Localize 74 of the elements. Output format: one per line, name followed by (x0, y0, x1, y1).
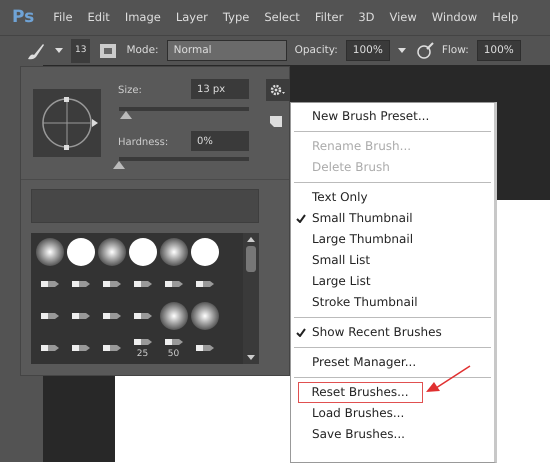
menu-item[interactable]: Load Brushes... (291, 403, 494, 424)
brush-preset-picker[interactable]: 13 (71, 38, 90, 62)
hard-brush-icon[interactable] (66, 238, 94, 266)
soft-brush-icon[interactable] (190, 302, 218, 330)
soft-brush-icon[interactable] (36, 238, 64, 266)
menu-item[interactable]: Image (124, 8, 161, 26)
soft-brush-icon[interactable] (98, 238, 126, 266)
brush-tip-icon[interactable] (132, 279, 152, 289)
flow-field[interactable]: 100% (476, 40, 521, 62)
caret-icon[interactable] (398, 48, 408, 54)
brush-angle-preview (33, 89, 101, 157)
brush-tip-icon[interactable] (132, 311, 152, 321)
brush-tip-icon[interactable] (40, 279, 60, 289)
menu-item[interactable]: Text Only (291, 187, 494, 208)
mode-label: Mode: (126, 42, 159, 58)
caret-icon (55, 48, 63, 54)
menu-item[interactable]: Small List (291, 250, 494, 271)
menu-item[interactable]: New Brush Preset... (291, 106, 494, 127)
menu-item[interactable]: 3D (358, 8, 374, 26)
settings-button[interactable] (266, 79, 290, 101)
brush-tip-icon[interactable] (194, 343, 214, 353)
menu-item[interactable]: Preset Manager... (291, 352, 494, 373)
soft-brush-icon[interactable] (160, 238, 188, 266)
brush-tip-icon[interactable] (132, 337, 152, 347)
scroll-up-icon[interactable] (247, 237, 255, 242)
menu-item[interactable]: Reset Brushes... (298, 382, 423, 403)
menu-item[interactable]: Small Thumbnail (291, 208, 494, 229)
brush-tip-icon[interactable] (164, 337, 184, 347)
size-label: Size: (118, 84, 142, 98)
opacity-field[interactable]: 100% (346, 40, 390, 62)
menu-item[interactable]: Save Brushes... (291, 424, 494, 445)
scrollbar[interactable] (243, 233, 259, 364)
annotation-arrow (424, 364, 472, 394)
scrollbar-thumb[interactable] (246, 246, 256, 272)
menu-item[interactable]: Large Thumbnail (291, 229, 494, 250)
menu-item[interactable]: Layer (176, 8, 208, 26)
menu-item[interactable]: Select (264, 8, 300, 26)
hardness-field[interactable]: 0% (191, 131, 249, 151)
menu-item[interactable]: Show Recent Brushes (291, 322, 494, 343)
menu-item[interactable]: File (53, 8, 73, 26)
brush-tip-icon[interactable] (40, 343, 60, 353)
brush-size-label: 50 (168, 350, 180, 359)
menu-item[interactable]: Window (432, 8, 478, 26)
brush-tip-icon[interactable] (102, 343, 122, 353)
mode-dropdown[interactable]: Normal (166, 40, 287, 62)
brush-tip-icon[interactable] (102, 311, 122, 321)
menu-item[interactable]: View (389, 8, 417, 26)
menu-item[interactable]: Filter (314, 8, 344, 26)
menu-item[interactable]: Stroke Thumbnail (291, 292, 494, 313)
menu-item[interactable]: Type (222, 8, 250, 26)
brush-tip-icon[interactable] (70, 279, 90, 289)
airbrush-icon[interactable] (416, 42, 434, 60)
soft-brush-icon[interactable] (160, 302, 188, 330)
hard-brush-icon[interactable] (190, 238, 218, 266)
hardness-label: Hardness: (118, 136, 168, 150)
brush-size-label: 25 (136, 350, 148, 359)
menu-item[interactable]: Help (492, 8, 518, 26)
menu-item[interactable]: Large List (291, 271, 494, 292)
app-logo: Ps (12, 6, 34, 29)
hard-brush-icon[interactable] (128, 238, 156, 266)
brush-tip-icon[interactable] (164, 279, 184, 289)
brush-tip-icon[interactable] (70, 343, 90, 353)
brush-panel-toggle-icon[interactable] (98, 42, 118, 60)
scroll-down-icon[interactable] (247, 355, 255, 360)
brush-tip-icon[interactable] (40, 311, 60, 321)
gear-icon[interactable] (270, 83, 286, 97)
brush-tip-icon[interactable] (70, 311, 90, 321)
menu-item[interactable]: Edit (88, 8, 110, 26)
flow-label: Flow: (442, 42, 469, 58)
size-field[interactable]: 13 px (191, 79, 249, 99)
brush-tip-icon[interactable] (102, 279, 122, 289)
brush-tip-icon[interactable] (194, 279, 214, 289)
new-preset-icon[interactable] (269, 115, 283, 128)
opacity-label: Opacity: (294, 42, 338, 58)
